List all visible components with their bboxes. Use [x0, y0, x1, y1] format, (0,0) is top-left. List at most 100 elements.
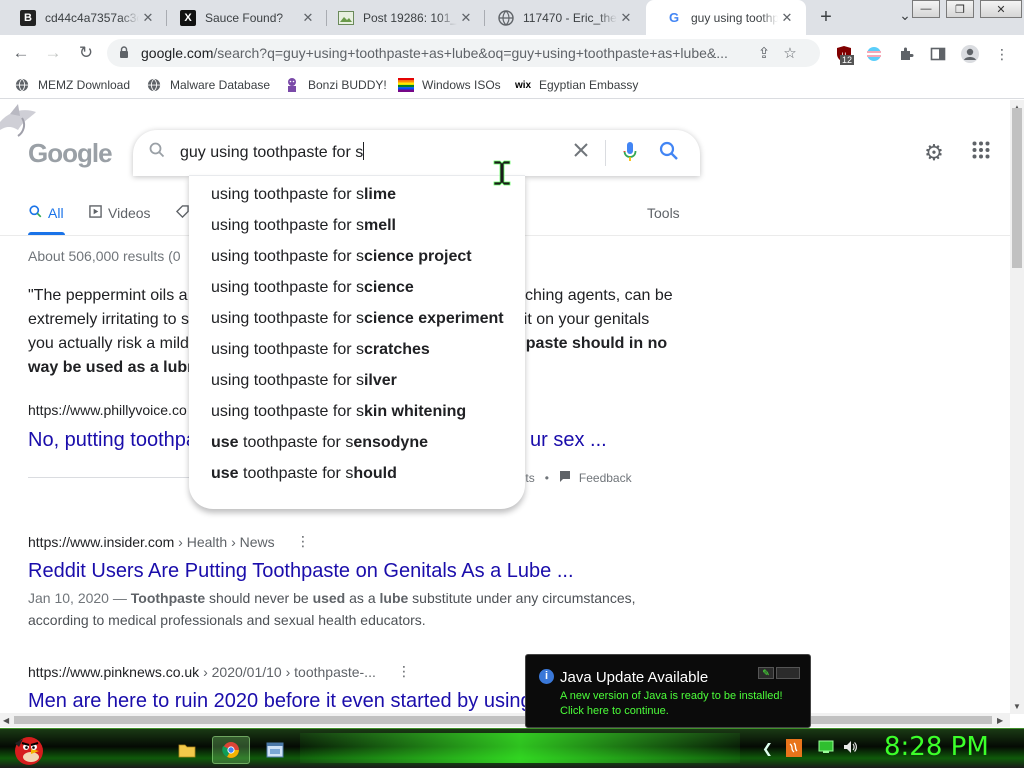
profile-avatar-icon[interactable]	[960, 44, 980, 64]
tab-title: Post 19286: 101_D	[363, 10, 457, 25]
tray-java-icon[interactable]	[786, 739, 802, 760]
suggestion-item[interactable]: use toothpaste for sensodyne	[211, 434, 428, 452]
video-play-icon	[89, 205, 102, 221]
taskbar-clock[interactable]: 8:28 PM	[884, 732, 989, 762]
tab-close-icon[interactable]: ✕	[299, 10, 317, 26]
result-title-link[interactable]: No, putting toothpa	[28, 429, 197, 452]
bookmark-item[interactable]: MEMZ Download	[14, 77, 130, 93]
bookmark-item[interactable]: Bonzi BUDDY!	[284, 77, 387, 93]
back-arrow-icon[interactable]: ←	[9, 41, 33, 65]
tab-active[interactable]: G guy using toothpa ✕	[646, 0, 806, 35]
suggestion-item[interactable]: using toothpaste for science	[211, 279, 414, 297]
start-button-angry-bird-icon[interactable]	[8, 729, 48, 768]
tab-title: Sauce Found?	[205, 10, 284, 25]
notification-message[interactable]: A new version of Java is ready to be ins…	[560, 689, 783, 719]
autocomplete-dropdown: using toothpaste for slime using toothpa…	[189, 175, 525, 509]
result-more-options-icon[interactable]: ⋮	[397, 663, 411, 680]
snippet-text: way be used as a lubric	[28, 359, 207, 376]
extensions-puzzle-icon[interactable]	[896, 44, 916, 64]
vertical-scroll-thumb[interactable]	[1012, 108, 1022, 268]
suggestion-item[interactable]: using toothpaste for science experiment	[211, 310, 504, 328]
scroll-left-arrow-icon[interactable]: ◀	[3, 716, 9, 725]
suggestion-item[interactable]: using toothpaste for scratches	[211, 341, 430, 359]
minimize-button[interactable]: —	[912, 0, 940, 18]
result-more-options-icon[interactable]: ⋮	[296, 533, 310, 550]
voice-search-mic-icon[interactable]	[618, 141, 642, 163]
result-title-link[interactable]: ur sex ...	[530, 429, 607, 452]
tab[interactable]: B cd44c4a7357ac3c ✕	[0, 0, 167, 35]
forward-arrow-icon[interactable]: →	[41, 41, 65, 65]
bookmark-label: Bonzi BUDDY!	[308, 78, 387, 92]
tab[interactable]: X Sauce Found? ✕	[160, 0, 327, 35]
settings-gear-icon[interactable]: ⚙	[922, 141, 946, 165]
result-description: Jan 10, 2020 — Toothpaste should never b…	[28, 590, 636, 628]
address-bar[interactable]: google.com/search?q=guy+using+toothpaste…	[107, 39, 820, 67]
tab[interactable]: Post 19286: 101_D ✕	[318, 0, 485, 35]
bookmark-item[interactable]: Windows ISOs	[398, 77, 501, 93]
share-icon[interactable]: ⇪	[751, 44, 777, 62]
result-cite: https://www.phillyvoice.co	[28, 402, 187, 418]
feedback-link[interactable]: Feedback	[579, 471, 632, 485]
result-title-link[interactable]: Reddit Users Are Putting Toothpaste on G…	[28, 560, 574, 583]
taskbar-app-window-icon[interactable]	[256, 736, 294, 764]
taskbar-file-explorer-icon[interactable]	[168, 736, 206, 764]
extension-ublock-icon[interactable]: u 12	[834, 44, 855, 65]
scroll-down-arrow-icon[interactable]: ▼	[1013, 702, 1021, 711]
suggestion-item[interactable]: using toothpaste for silver	[211, 372, 397, 390]
google-doodle-logo[interactable]: Google	[0, 100, 120, 190]
tray-chevron-icon[interactable]: ❮	[762, 741, 773, 757]
search-icon	[145, 142, 169, 164]
result-cite: https://www.insider.com › Health › News	[28, 534, 275, 550]
tools-button[interactable]: Tools	[647, 205, 680, 221]
suggestion-item[interactable]: using toothpaste for smell	[211, 217, 396, 235]
tab-title: guy using toothpa	[691, 10, 778, 25]
bookmark-item[interactable]: wix Egyptian Embassy	[515, 77, 638, 93]
suggestion-item[interactable]: using toothpaste for slime	[211, 186, 396, 204]
url-text[interactable]: google.com/search?q=guy+using+toothpaste…	[141, 45, 751, 61]
tab-videos[interactable]: Videos	[89, 205, 151, 221]
windows-flag-icon	[398, 77, 414, 93]
suggestion-item[interactable]: using toothpaste for science project	[211, 248, 472, 266]
notification-close-button[interactable]	[776, 667, 800, 679]
tab[interactable]: 117470 - Eric_the_ ✕	[478, 0, 645, 35]
result-cite: https://www.pinknews.co.uk › 2020/01/10 …	[28, 664, 376, 680]
result-title-link[interactable]: Men are here to ruin 2020 before it even…	[28, 690, 554, 713]
bookmarks-bar: MEMZ Download Malware Database Bonzi BUD…	[0, 71, 1024, 99]
tab-strip: B cd44c4a7357ac3c ✕ X Sauce Found? ✕ Pos…	[0, 0, 1024, 35]
window-controls: — ❐ ✕	[906, 0, 1022, 18]
tray-network-icon[interactable]	[818, 739, 834, 758]
tab-close-icon[interactable]: ✕	[778, 10, 796, 26]
snippet-text: extremely irritating to s	[28, 311, 189, 328]
side-panel-icon[interactable]	[928, 44, 948, 64]
search-input[interactable]: guy using toothpaste for s	[180, 142, 365, 162]
notification-options-icon[interactable]: ✎	[758, 667, 774, 679]
tab-close-icon[interactable]: ✕	[139, 10, 157, 26]
java-update-notification[interactable]: i Java Update Available A new version of…	[525, 654, 811, 728]
close-window-button[interactable]: ✕	[980, 0, 1022, 18]
bonzi-icon	[284, 77, 300, 93]
tray-volume-icon[interactable]	[842, 739, 858, 758]
suggestion-item[interactable]: using toothpaste for skin whitening	[211, 403, 466, 421]
bookmark-star-icon[interactable]: ☆	[777, 44, 803, 62]
clear-search-icon[interactable]	[569, 141, 593, 163]
new-tab-button[interactable]: +	[815, 7, 837, 29]
chrome-menu-icon[interactable]: ⋮	[992, 44, 1012, 64]
wix-icon: wix	[514, 79, 532, 91]
google-apps-grid-icon[interactable]	[969, 141, 993, 165]
taskbar-chrome-icon[interactable]	[212, 736, 250, 764]
page-content: Google guy using toothpaste for s ⚙ All …	[0, 100, 1010, 714]
tab-all[interactable]: All	[29, 205, 64, 221]
search-submit-icon[interactable]	[657, 141, 681, 163]
scroll-right-arrow-icon[interactable]: ▶	[997, 716, 1003, 725]
search-box[interactable]: guy using toothpaste for s	[133, 130, 700, 176]
extension-flag-icon[interactable]	[864, 44, 884, 64]
suggestion-item[interactable]: use toothpaste for should	[211, 465, 397, 483]
tab-close-icon[interactable]: ✕	[617, 10, 635, 26]
bookmark-item[interactable]: Malware Database	[146, 77, 270, 93]
tab-close-icon[interactable]: ✕	[457, 10, 475, 26]
restore-button[interactable]: ❐	[946, 0, 974, 18]
reload-icon[interactable]: ↻	[74, 41, 98, 65]
horizontal-scroll-thumb[interactable]	[14, 716, 992, 724]
bookmark-label: Malware Database	[170, 78, 271, 92]
tab-favicon-globe-icon	[498, 9, 514, 26]
